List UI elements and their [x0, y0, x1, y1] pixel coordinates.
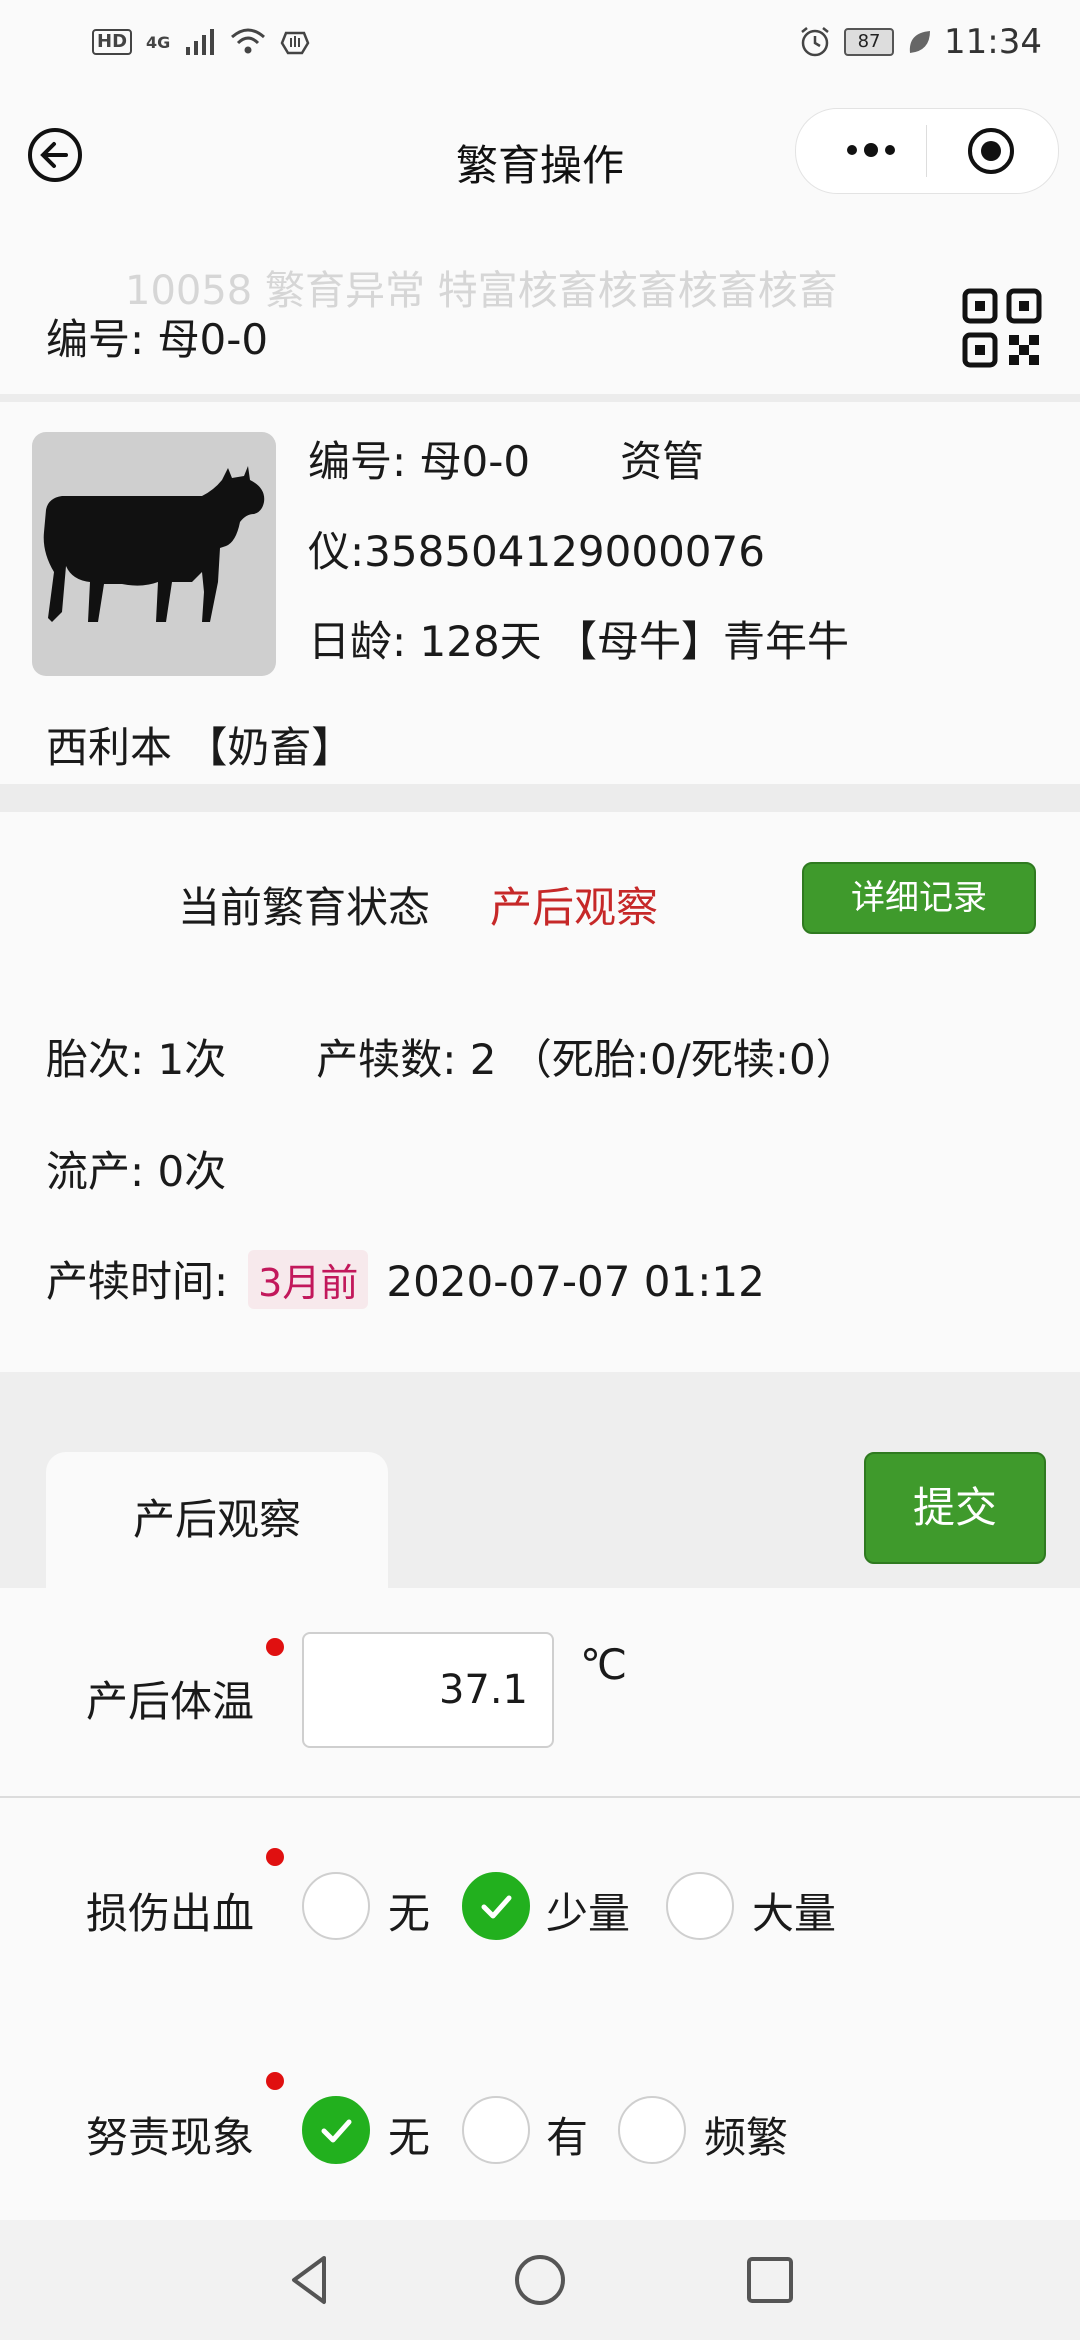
current-status-label: 当前繁育状态	[178, 883, 431, 932]
animal-id: 编号: 母0-0	[308, 437, 531, 486]
capsule-divider	[926, 125, 927, 177]
parity-row: 胎次: 1次 产犊数: 2 （死胎:0/死犊:0）	[46, 1026, 858, 1087]
animal-id-label: 编号: 母0-0	[46, 315, 269, 364]
management-label: 资管	[620, 437, 705, 486]
qr-scan-button[interactable]	[962, 288, 1042, 368]
triangle-back-icon	[292, 2256, 326, 2304]
checkmark-icon	[481, 1895, 512, 1919]
tab-bar: 产后观察 提交	[0, 1432, 1080, 1588]
device-number: 仪:358504129000076	[308, 527, 765, 576]
breed-label: 西利本 【奶畜】	[46, 723, 354, 772]
straining-label: 努责现象	[86, 2113, 255, 2162]
circle-home-icon	[515, 2255, 565, 2305]
checkmark-icon	[321, 2119, 352, 2143]
tab-postpartum-observation[interactable]: 产后观察	[46, 1452, 388, 1588]
relative-time-badge: 3月前	[248, 1250, 369, 1309]
animal-photo	[32, 432, 276, 676]
more-button[interactable]	[836, 127, 906, 173]
status-bar: HD 4G 87 11:34	[0, 0, 1080, 84]
calf-count: 产犊数: 2 （死胎:0/死犊:0）	[316, 1035, 858, 1084]
bleeding-row: 损伤出血 无 少量 大量	[0, 1798, 1080, 2024]
calving-time-row: 产犊时间: 3月前 2020-07-07 01:12	[46, 1248, 765, 1309]
straining-option-none-radio[interactable]	[302, 2096, 370, 2164]
temperature-unit: ℃	[580, 1640, 628, 1689]
straining-option-frequent-radio[interactable]	[618, 2096, 686, 2164]
clock-time: 11:34	[944, 22, 1042, 62]
status-left: HD 4G	[92, 22, 310, 62]
straining-option-some-label[interactable]: 有	[546, 2104, 588, 2165]
id-strip: 10058 繁育异常 特富核畜核畜核畜核畜 编号: 母0-0	[0, 244, 1080, 402]
bleeding-option-much-radio[interactable]	[666, 1872, 734, 1940]
age-and-type: 日龄: 128天 【母牛】青年牛	[308, 617, 850, 666]
leaf-icon	[909, 31, 931, 53]
qr-code-icon	[962, 288, 1042, 368]
cow-icon	[43, 466, 265, 622]
required-indicator	[266, 1848, 284, 1866]
parity-count: 胎次: 1次	[46, 1035, 227, 1084]
navigation-bar: 繁育操作	[0, 84, 1080, 244]
hand-icon	[280, 31, 310, 55]
calving-time-label: 产犊时间:	[46, 1257, 229, 1306]
status-right: 87 11:34	[798, 18, 1042, 66]
straining-row: 努责现象 无 有 频繁	[0, 2022, 1080, 2220]
bleeding-option-little-radio[interactable]	[462, 1872, 530, 1940]
hd-indicator: HD	[92, 29, 133, 55]
system-home-button[interactable]	[510, 2250, 570, 2310]
system-navigation-bar	[0, 2220, 1080, 2340]
square-recents-icon	[747, 2257, 793, 2303]
wifi-icon	[231, 28, 266, 54]
straining-option-frequent-label[interactable]: 频繁	[704, 2104, 788, 2165]
target-icon	[968, 128, 1014, 174]
close-miniprogram-button[interactable]	[966, 126, 1016, 176]
bleeding-option-little-label[interactable]: 少量	[546, 1880, 630, 1941]
required-indicator	[266, 1638, 284, 1656]
temperature-row: 产后体温 37.1 ℃	[0, 1588, 1080, 1798]
calving-time-value: 2020-07-07 01:12	[386, 1257, 765, 1306]
battery-indicator: 87	[844, 28, 895, 56]
bleeding-label: 损伤出血	[86, 1889, 255, 1938]
miniprogram-capsule	[795, 108, 1059, 194]
straining-option-some-radio[interactable]	[462, 2096, 530, 2164]
signal-icon	[186, 29, 215, 55]
bleeding-option-none-label[interactable]: 无	[388, 1880, 430, 1941]
required-indicator	[266, 2072, 284, 2090]
system-back-button[interactable]	[280, 2250, 340, 2310]
system-recents-button[interactable]	[740, 2250, 800, 2310]
temperature-input[interactable]: 37.1	[302, 1632, 554, 1748]
animal-info-card: 编号: 母0-0 资管 仪:358504129000076 日龄: 128天 【母…	[0, 402, 1080, 812]
bleeding-option-none-radio[interactable]	[302, 1872, 370, 1940]
more-dots-icon	[847, 143, 895, 157]
bleeding-option-much-label[interactable]: 大量	[752, 1880, 836, 1941]
abortion-count: 流产: 0次	[46, 1147, 227, 1196]
network-label: 4G	[146, 32, 171, 52]
breeding-status-section: 当前繁育状态 产后观察 详细记录 胎次: 1次 产犊数: 2 （死胎:0/死犊:0…	[0, 812, 1080, 1432]
current-status-value: 产后观察	[490, 883, 659, 932]
submit-button[interactable]: 提交	[864, 1452, 1046, 1564]
alarm-icon	[801, 27, 829, 57]
detail-record-button[interactable]: 详细记录	[802, 862, 1036, 934]
straining-option-none-label[interactable]: 无	[388, 2104, 430, 2165]
info-line-1: 编号: 母0-0 资管	[308, 428, 704, 489]
temperature-label: 产后体温	[86, 1677, 255, 1726]
